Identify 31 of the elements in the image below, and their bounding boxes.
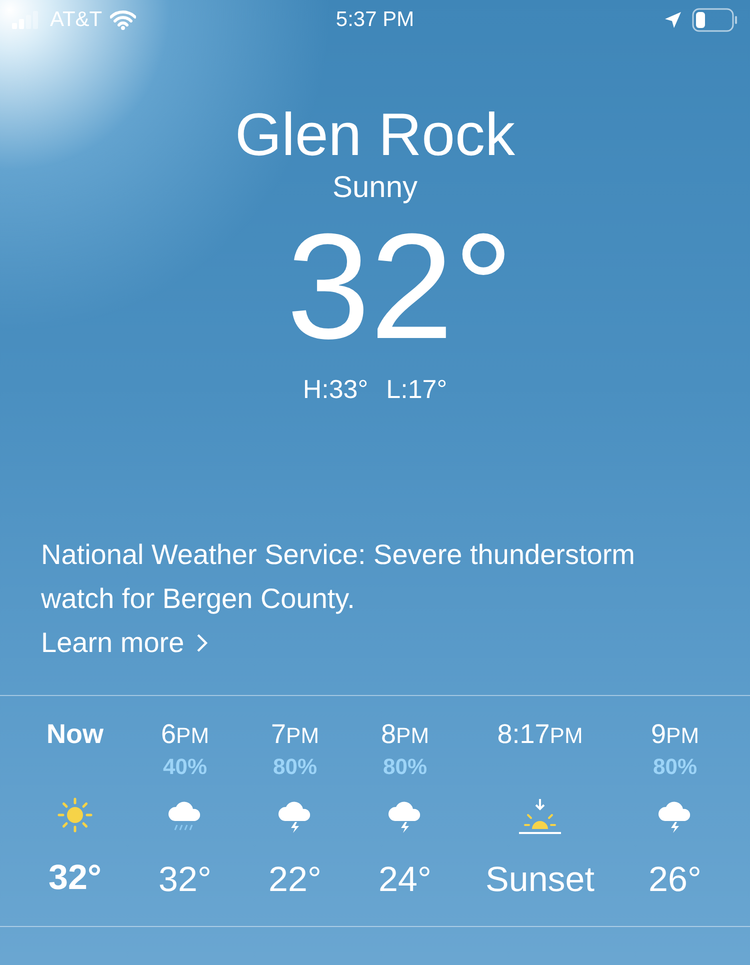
hour-temperature: 22° [268,860,322,900]
location-arrow-icon [664,11,682,29]
sunset-icon [517,797,563,837]
hour-temperature: 24° [378,860,432,900]
alert-text: National Weather Service: Severe thunderstorm watch for Bergen County. [41,538,636,616]
weather-condition: Sunny [332,170,418,206]
precipitation-chance: 40% [162,754,208,779]
hour-label: 8:17PM [497,718,583,751]
hour-label: 8PM [380,718,430,751]
learn-more-link[interactable]: Learn more [41,621,208,665]
city-name: Glen Rock [234,100,516,170]
sun-icon [56,796,94,834]
battery-icon [692,8,738,32]
wifi-icon [110,10,136,30]
hour-temperature: 26° [648,860,702,900]
precipitation-chance: 80% [272,754,318,779]
hour-temperature: Sunset [486,860,594,900]
hour-temperature: 32° [158,860,212,900]
chevron-right-icon [196,633,208,653]
carrier-name: AT&T [50,8,102,32]
precipitation-chance: 80% [382,754,428,779]
hour-label: 9PM [650,718,700,751]
hour-label: 7PM [270,718,320,751]
hour-temperature: 32° [48,858,102,898]
hour-label: Now [46,718,104,750]
hour-label: 6PM [160,718,210,751]
status-time: 5:37 PM [336,8,414,32]
precipitation-chance: 80% [652,754,698,779]
current-temperature: 32° [286,206,514,366]
low-temperature: L:17° [386,374,448,405]
high-temperature: H:33° [302,374,368,405]
